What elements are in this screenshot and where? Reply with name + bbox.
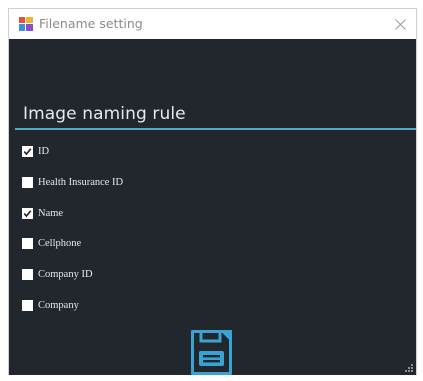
option-name[interactable]: Name — [22, 205, 63, 221]
option-label: Health Insurance ID — [38, 176, 124, 188]
checkbox-company[interactable] — [22, 299, 33, 311]
close-icon — [394, 18, 406, 30]
check-icon — [23, 209, 32, 217]
option-label: Name — [38, 207, 64, 219]
app-window-icon — [19, 17, 33, 31]
resize-grip-icon[interactable] — [405, 364, 413, 372]
save-icon — [191, 330, 232, 375]
option-label: ID — [38, 145, 50, 157]
option-label: Cellphone — [38, 237, 82, 249]
window-title: Filename setting — [39, 16, 143, 31]
filename-setting-window: Filename setting Image naming rule ID He… — [8, 8, 417, 375]
heading-underline — [15, 128, 416, 130]
title-bar[interactable]: Filename setting — [9, 9, 416, 39]
checkbox-health-insurance-id[interactable] — [22, 176, 33, 188]
check-icon — [23, 147, 32, 155]
option-company[interactable]: Company — [22, 297, 79, 313]
checkbox-cellphone[interactable] — [22, 237, 33, 249]
save-button[interactable] — [190, 329, 233, 376]
checkbox-name[interactable] — [22, 207, 33, 219]
option-label: Company — [38, 299, 79, 311]
option-label: Company ID — [38, 268, 93, 280]
checkbox-id[interactable] — [22, 145, 33, 157]
option-health-insurance-id[interactable]: Health Insurance ID — [22, 174, 123, 190]
close-button[interactable] — [388, 12, 412, 36]
checkbox-company-id[interactable] — [22, 268, 33, 280]
settings-panel: Image naming rule ID Health Insurance ID… — [9, 39, 416, 375]
option-cellphone[interactable]: Cellphone — [22, 235, 81, 251]
option-company-id[interactable]: Company ID — [22, 266, 93, 282]
option-id[interactable]: ID — [22, 143, 49, 159]
section-heading: Image naming rule — [23, 104, 186, 124]
